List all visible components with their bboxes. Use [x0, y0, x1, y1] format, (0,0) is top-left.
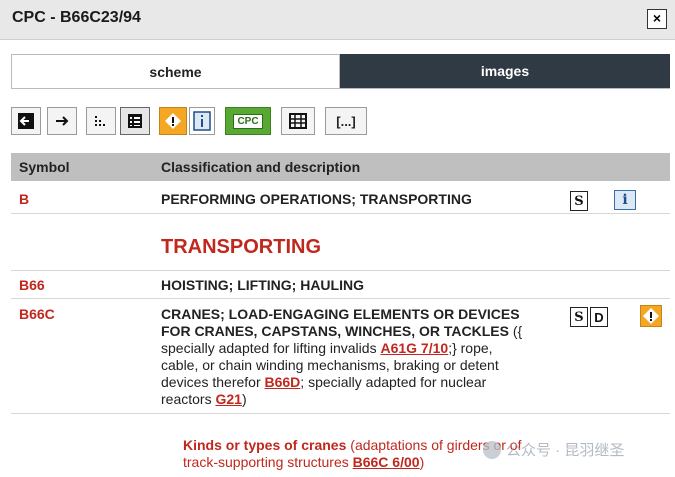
- info-icon[interactable]: i: [614, 190, 636, 210]
- ref-link[interactable]: B66D: [265, 374, 301, 390]
- list-view-icon: [128, 114, 142, 128]
- ref-link[interactable]: G21: [215, 391, 241, 407]
- title-line: CRANES; LOAD-ENGAGING ELEMENTS OR DEVICE…: [161, 306, 520, 322]
- kinds-text: track-supporting structures: [183, 454, 349, 470]
- symbol-b66[interactable]: B66: [19, 277, 45, 293]
- table-icon: [289, 113, 307, 129]
- ellipsis-button[interactable]: [...]: [325, 107, 367, 135]
- row-divider: [11, 213, 670, 214]
- watermark-text: 公众号 · 昆羽继圣: [506, 442, 625, 459]
- watermark: 公众号 · 昆羽继圣: [483, 439, 624, 460]
- list-view-button[interactable]: [120, 107, 150, 135]
- definition-d-icon[interactable]: D: [590, 307, 608, 327]
- nav-back-icon: [18, 113, 34, 129]
- cpc-icon: CPC: [233, 113, 263, 129]
- row-divider: [11, 413, 670, 414]
- dialog-title: CPC - B66C23/94: [12, 9, 141, 26]
- desc-text: cable, or chain winding mechanisms, brak…: [161, 357, 499, 373]
- symbol-b[interactable]: B: [19, 191, 29, 207]
- ref-link[interactable]: B66C 6/00: [353, 454, 420, 470]
- warning-icon: [165, 113, 181, 129]
- warning-button[interactable]: [159, 107, 187, 135]
- dialog-titlebar: CPC - B66C23/94 ×: [0, 0, 675, 40]
- tab-scheme[interactable]: scheme: [11, 54, 340, 88]
- cpc-button[interactable]: CPC: [225, 107, 271, 135]
- ref-link[interactable]: A61G 7/10: [380, 340, 448, 356]
- table-header: Symbol Classification and description: [11, 153, 670, 181]
- info-icon: [193, 111, 211, 131]
- kinds-title: Kinds or types of cranes: [183, 437, 347, 453]
- header-symbol: Symbol: [19, 159, 70, 175]
- warning-icon[interactable]: [640, 305, 662, 327]
- desc-text: ): [241, 391, 247, 407]
- desc-text: ; specially adapted for nuclear: [300, 374, 487, 390]
- desc-b: PERFORMING OPERATIONS; TRANSPORTING: [161, 191, 472, 207]
- section-heading: TRANSPORTING: [161, 236, 321, 258]
- symbol-b66c[interactable]: B66C: [19, 306, 55, 322]
- row-divider: [11, 270, 670, 271]
- scheme-s-icon[interactable]: S: [570, 307, 588, 327]
- desc-b66: HOISTING; LIFTING; HAULING: [161, 277, 364, 293]
- tab-divider: [11, 88, 670, 89]
- nav-forward-button[interactable]: [47, 107, 77, 135]
- tree-view-button[interactable]: [86, 107, 116, 135]
- desc-text: reactors: [161, 391, 212, 407]
- desc-text: devices therefor: [161, 374, 261, 390]
- title-line: FOR CRANES, CAPSTANS, WINCHES, OR TACKLE…: [161, 323, 509, 339]
- nav-forward-icon: [56, 116, 69, 126]
- scheme-s-icon[interactable]: S: [570, 191, 588, 211]
- close-button[interactable]: ×: [647, 9, 667, 29]
- desc-text: ;} rope,: [448, 340, 493, 356]
- watermark-logo-icon: [483, 440, 501, 459]
- nav-back-button[interactable]: [11, 107, 41, 135]
- row-divider: [11, 298, 670, 299]
- tree-view-icon: [95, 116, 105, 126]
- kinds-text: ): [419, 454, 425, 470]
- table-button[interactable]: [281, 107, 315, 135]
- desc-text: specially adapted for lifting invalids: [161, 340, 377, 356]
- warning-glyph-icon: [643, 308, 659, 324]
- tab-images[interactable]: images: [340, 54, 670, 88]
- header-description: Classification and description: [161, 159, 361, 175]
- info-button[interactable]: [189, 107, 215, 135]
- note-open: ({: [512, 323, 523, 339]
- desc-b66c: CRANES; LOAD-ENGAGING ELEMENTS OR DEVICE…: [161, 306, 561, 408]
